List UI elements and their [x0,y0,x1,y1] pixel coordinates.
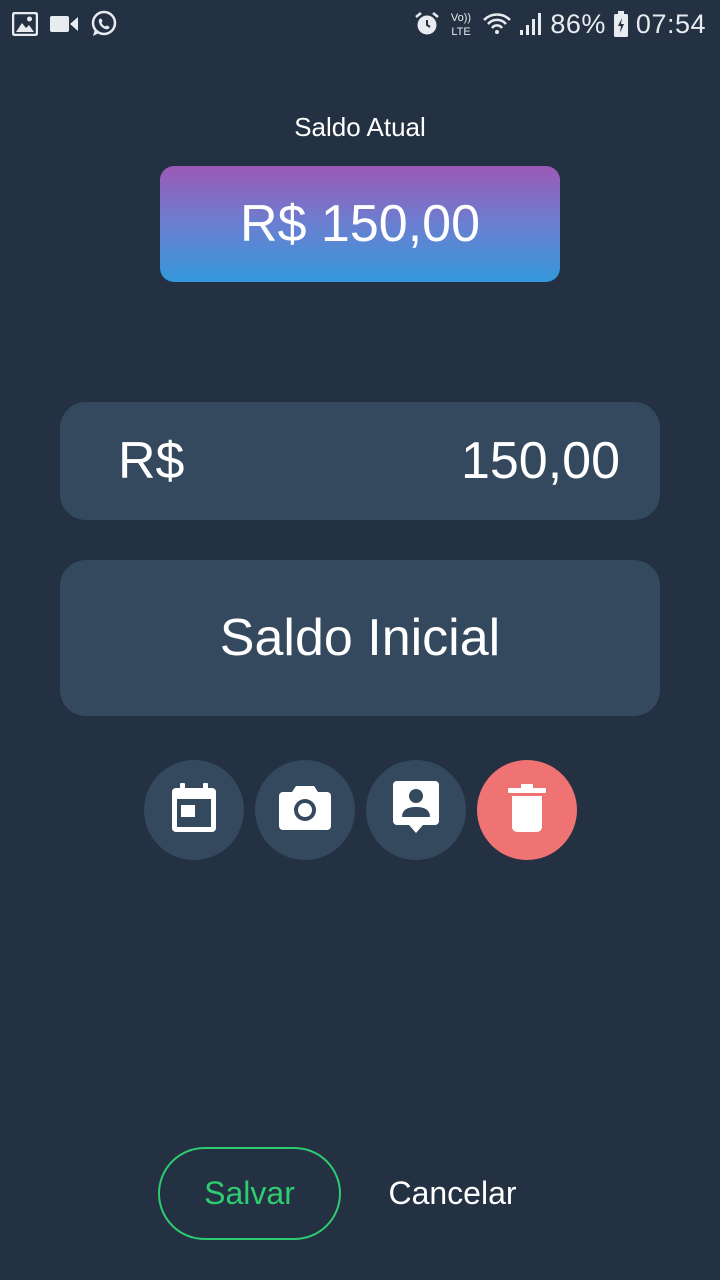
description-input[interactable]: Saldo Inicial [220,608,500,668]
clock: 07:54 [635,8,706,39]
alarm-icon [414,11,440,37]
trash-icon [508,783,546,837]
svg-text:LTE: LTE [452,26,471,38]
gallery-icon [12,12,38,36]
camera-icon [279,785,331,835]
action-buttons [144,760,577,860]
description-field[interactable]: Saldo Inicial [60,560,660,716]
battery-percent: 86% [550,8,606,39]
date-button[interactable] [144,760,244,860]
balance-card: R$ 150,00 [160,166,560,282]
contact-button[interactable] [366,760,466,860]
amount-field[interactable]: R$ 150,00 [60,402,660,520]
amount-input[interactable]: 150,00 [461,431,620,491]
wifi-icon [482,12,512,36]
status-bar-left [12,10,118,38]
status-bar: Vo)) LTE 86% 07:54 [0,0,720,48]
battery-icon [613,11,628,37]
calendar-icon [171,782,217,838]
whatsapp-icon [90,10,118,38]
screen: Vo)) LTE 86% 07:54 Saldo Atual R$ 150,00… [0,0,720,1280]
contact-icon [393,780,439,840]
balance-label: Saldo Atual [294,112,426,142]
amount-currency: R$ [118,432,185,490]
save-button[interactable]: Salvar [158,1147,341,1240]
delete-button[interactable] [477,760,577,860]
video-camera-icon [50,15,78,33]
camera-button[interactable] [255,760,355,860]
cancel-button[interactable]: Cancelar [370,1147,535,1240]
status-bar-right: Vo)) LTE 86% 07:54 [414,9,706,40]
signal-icon [520,12,542,36]
volte-icon: Vo)) LTE [448,10,474,38]
svg-text:Vo)): Vo)) [451,12,471,24]
balance-value: R$ 150,00 [240,195,480,253]
